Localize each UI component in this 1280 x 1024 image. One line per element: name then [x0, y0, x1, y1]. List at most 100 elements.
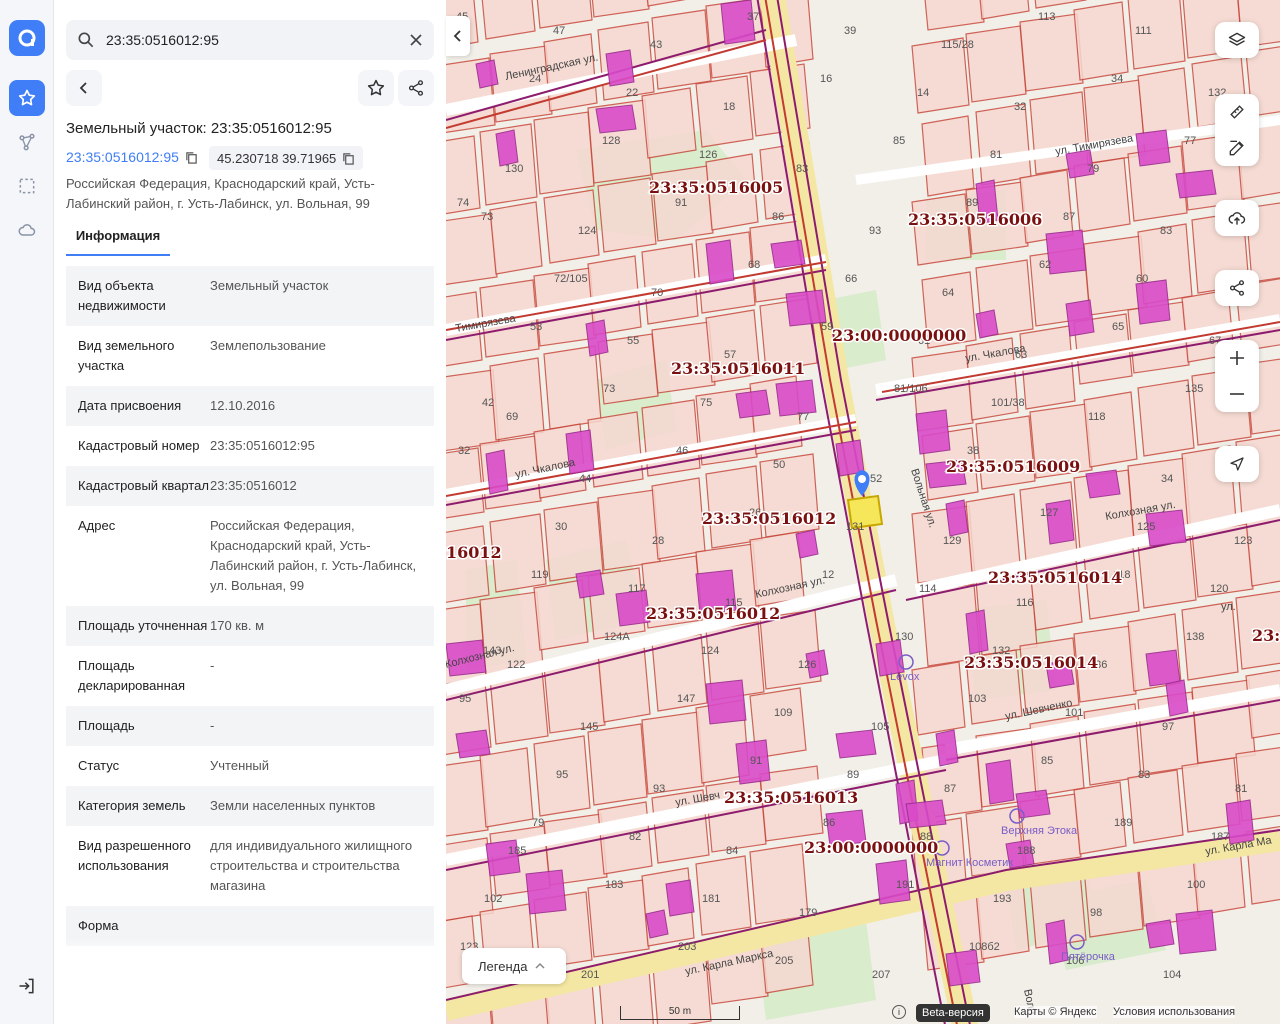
house-number: 66	[845, 273, 857, 285]
house-number: 69	[506, 411, 518, 423]
search-input[interactable]	[106, 20, 396, 60]
parcel	[591, 0, 650, 18]
parcel	[651, 321, 716, 394]
house-number: 46	[676, 445, 688, 457]
clear-search-button[interactable]	[406, 30, 426, 50]
house-number: 187	[1211, 831, 1229, 843]
house-number: 43	[650, 39, 662, 51]
house-number: 34	[1111, 73, 1123, 85]
info-icon[interactable]: i	[892, 1005, 906, 1019]
building	[705, 679, 747, 725]
favorites-button[interactable]	[9, 80, 45, 116]
upload-button[interactable]	[1215, 200, 1259, 236]
object-title: Земельный участок: 23:35:0516012:95	[66, 120, 332, 137]
house-number: 109	[774, 707, 792, 719]
building	[585, 319, 609, 357]
terms-link[interactable]: Условия использования	[1113, 1006, 1236, 1018]
building	[485, 449, 509, 495]
house-number: 116	[1016, 597, 1034, 609]
coordinates-chip[interactable]: 45.230718 39.71965	[209, 146, 364, 170]
share-icon	[408, 80, 424, 96]
select-area-button[interactable]	[9, 168, 45, 204]
building	[1065, 299, 1095, 337]
house-number: 89	[966, 197, 978, 209]
house-number: 105	[871, 721, 889, 733]
house-number: 102	[484, 893, 502, 905]
legend-button[interactable]: Легенда	[462, 948, 566, 984]
cadastral-number-link[interactable]: 23:35:0516012:95	[66, 149, 198, 165]
house-number: 128	[602, 135, 620, 147]
logo-icon[interactable]	[9, 20, 45, 56]
layers-button[interactable]	[1215, 22, 1259, 58]
parcel	[965, 25, 1027, 103]
tab-information[interactable]: Информация	[66, 222, 170, 256]
house-number: 75	[700, 397, 712, 409]
info-key: Статус	[78, 758, 120, 773]
scale-bar: 50 m	[620, 1006, 740, 1020]
house-number: 79	[532, 817, 544, 829]
logout-button[interactable]	[9, 968, 45, 1004]
logout-icon	[19, 978, 34, 994]
house-number: 124А	[604, 631, 630, 643]
parcel	[489, 357, 545, 441]
house-number: 126	[699, 149, 717, 161]
edit-button[interactable]	[1215, 130, 1259, 166]
building	[495, 129, 519, 167]
info-key: Кадастровый номер	[78, 438, 200, 453]
building	[1145, 649, 1181, 687]
search-icon	[78, 32, 94, 48]
info-value: Земельный участок	[210, 278, 329, 293]
favorite-button[interactable]	[358, 70, 394, 106]
info-key: Категория земель	[78, 798, 186, 813]
map-view[interactable]: Ленинградская ул. ул. Тимирязева Тимирязев…	[446, 0, 1280, 1024]
house-number: 145	[580, 721, 598, 733]
parcel	[533, 111, 595, 195]
info-row: Площадь декларированная -	[66, 646, 434, 706]
zoom-out-button[interactable]	[1215, 376, 1259, 412]
cadastral-quarter-label: 23:35:0516005	[649, 178, 783, 197]
poi-label: Магнит Косметик	[926, 857, 1013, 869]
ruler-button[interactable]	[1215, 94, 1259, 130]
collapse-panel-button[interactable]	[446, 16, 470, 56]
building	[775, 379, 817, 417]
cadastral-quarter-label: 23:	[1252, 626, 1280, 645]
object-address: Российская Федерация, Краснодарский край…	[66, 176, 375, 211]
copy-icon[interactable]	[342, 152, 355, 165]
building	[735, 389, 771, 419]
building	[835, 439, 865, 477]
parcel	[479, 747, 534, 828]
info-row: Кадастровый квартал 23:35:0516012	[66, 466, 434, 506]
map-share-button[interactable]	[1215, 270, 1259, 306]
cloud-button[interactable]	[9, 212, 45, 248]
house-number: 42	[482, 397, 494, 409]
navigation-arrow-icon	[1230, 457, 1244, 471]
house-number: 127	[1040, 507, 1058, 519]
back-button[interactable]	[66, 70, 102, 106]
beta-badge: Beta-версия	[916, 1004, 990, 1022]
poi-label: Пятёрочка	[1061, 951, 1116, 963]
parcel	[489, 45, 553, 123]
info-value: 23:35:0516012:95	[210, 438, 315, 453]
building	[1165, 679, 1189, 717]
info-value: 170 кв. м	[210, 618, 265, 633]
house-number: 44	[579, 473, 591, 485]
parcel	[924, 0, 985, 31]
house-number: 98	[1090, 907, 1102, 919]
zoom-in-button[interactable]	[1215, 340, 1259, 376]
route-button[interactable]	[9, 124, 45, 160]
house-number: 86	[772, 211, 784, 223]
parcel	[587, 879, 650, 958]
cadastral-number-text[interactable]: 23:35:0516012:95	[66, 149, 179, 165]
house-number: 55	[627, 335, 639, 347]
star-icon	[18, 89, 36, 106]
cadastral-quarter-label: 23:35:0516012	[702, 509, 836, 528]
house-number: 125	[1137, 521, 1155, 533]
geolocation-button[interactable]	[1215, 446, 1259, 482]
map-copyright[interactable]: Карты © Яндекс	[1014, 1006, 1097, 1018]
info-value: -	[210, 658, 215, 673]
house-number: 68	[748, 259, 760, 271]
search-bar	[66, 20, 434, 60]
copy-icon[interactable]	[185, 151, 198, 164]
house-number: 122	[507, 659, 525, 671]
share-button[interactable]	[398, 70, 434, 106]
